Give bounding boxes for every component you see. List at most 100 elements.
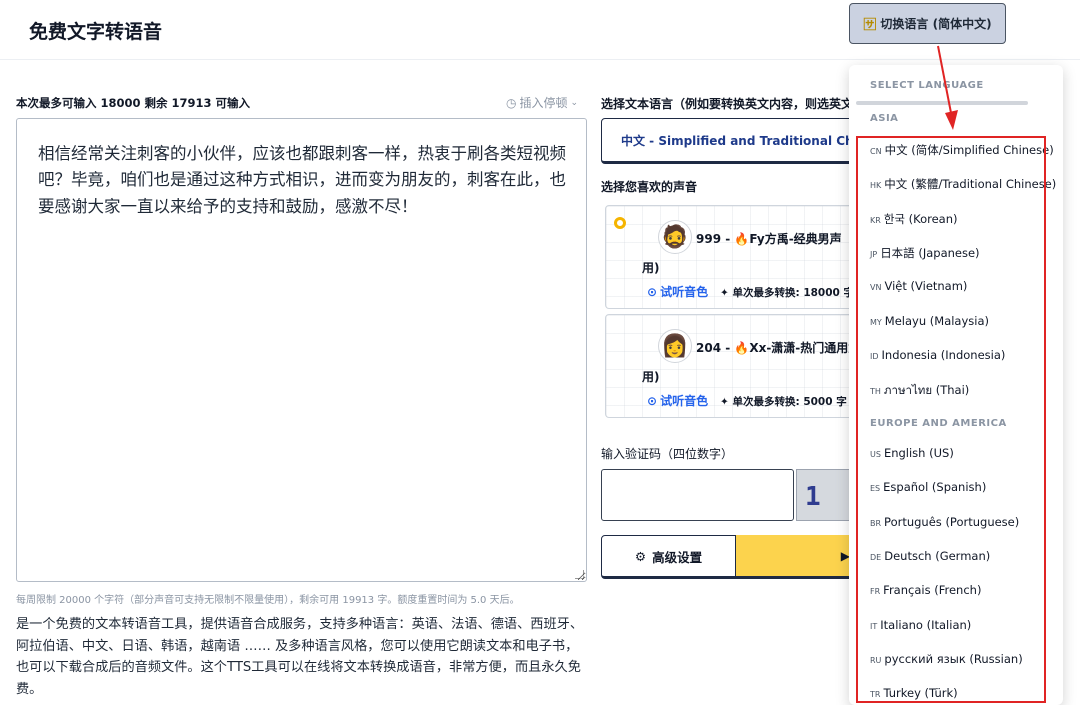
voice-name-continued: 用): [642, 370, 660, 384]
radio-selected-icon[interactable]: [614, 217, 626, 229]
language-option-label: English (US): [883, 446, 954, 460]
language-option-label: Português (Portuguese): [884, 515, 1020, 529]
listen-button[interactable]: ⊙ 试听音色: [647, 283, 708, 300]
captcha-label: 输入验证码（四位数字）: [601, 447, 734, 461]
voice-list[interactable]: 🧔 999 - 🔥Fy方禹-经典男声（通 用) ⊙ 试听音色 ✦ 单次最多转换:…: [601, 200, 861, 428]
language-select[interactable]: 中文 - Simplified and Traditional Chinese: [601, 118, 881, 164]
language-option-label: русский язык (Russian): [884, 652, 1023, 666]
flag-code: IT: [870, 622, 878, 631]
resize-handle-icon[interactable]: [575, 570, 584, 579]
weekly-limit-note: 每周限制 20000 个字符（部分声音可支持无限制不限量使用），剩余可用 199…: [16, 595, 520, 606]
flag-code: TR: [870, 690, 881, 699]
group-label: ASIA: [870, 113, 899, 124]
language-option-label: 日本語 (Japanese): [880, 246, 980, 260]
listen-label: 试听音色: [660, 394, 709, 408]
captcha-image-text: 1: [805, 482, 821, 512]
insert-pause-label: 插入停顿: [519, 96, 568, 110]
sliders-icon: ⚙: [634, 548, 647, 564]
convert-button[interactable]: ▶: [736, 535, 856, 579]
flag-code: US: [870, 450, 881, 459]
dropdown-scrollbar[interactable]: [856, 101, 1028, 105]
flag-code: ID: [870, 352, 879, 361]
tool-description: 是一个免费的文本转语音工具，提供语音合成服务，支持多种语言：英语、法语、德语、西…: [16, 617, 584, 697]
language-option[interactable]: FR Français (French): [870, 583, 981, 597]
language-option[interactable]: KR 한국 (Korean): [870, 211, 958, 227]
voice-name: 999 - 🔥Fy方禹-经典男声（通: [696, 232, 861, 246]
female-avatar-icon: 👩: [658, 329, 692, 363]
language-option-label: Français (French): [883, 583, 982, 597]
voice-name: 204 - 🔥Xx-潇潇-热门通用女: [696, 341, 861, 355]
language-option[interactable]: DE Deutsch (German): [870, 549, 990, 563]
voice-label: 选择您喜欢的声音: [601, 180, 698, 194]
voice-name-continued: 用): [642, 261, 660, 275]
flag-code: BR: [870, 519, 882, 528]
max-convert-label: ✦ 单次最多转换: 5000 字: [720, 394, 847, 409]
chevron-down-icon: ⌄: [570, 97, 579, 108]
male-avatar-icon: 🧔: [658, 220, 692, 254]
language-option-label: Español (Spanish): [883, 480, 987, 494]
flag-code: ES: [870, 484, 881, 493]
language-switch-button[interactable]: 🈂 切换语言 (简体中文): [849, 3, 1006, 44]
max-convert-text: 单次最多转换: 5000 字: [732, 396, 847, 408]
language-option-label: 中文 (繁體/Traditional Chinese): [884, 177, 1057, 191]
captcha-image[interactable]: 1: [796, 469, 856, 521]
advanced-settings-label: 高级设置: [652, 549, 703, 565]
language-option-label: Indonesia (Indonesia): [881, 348, 1006, 362]
insert-pause-button[interactable]: ◷ 插入停顿 ⌄: [506, 94, 578, 111]
advanced-settings-button[interactable]: ⚙ 高级设置: [601, 535, 736, 579]
play-circle-icon: ⊙: [647, 284, 658, 299]
language-option[interactable]: TH ภาษาไทย (Thai): [870, 382, 969, 400]
flag-code: CN: [870, 147, 882, 156]
selected-language: 中文 - Simplified and Traditional Chinese: [621, 133, 881, 148]
flag-code: TH: [870, 387, 881, 396]
language-option-label: Turkey (Türk): [883, 686, 958, 700]
flag-code: JP: [870, 250, 878, 259]
language-option[interactable]: RU русский язык (Russian): [870, 652, 1023, 666]
language-switch-label: 切换语言 (简体中文): [880, 17, 992, 31]
language-option-label: 한국 (Korean): [883, 212, 958, 226]
flag-code: MY: [870, 318, 882, 327]
language-option-label: Deutsch (German): [884, 549, 991, 563]
captcha-input[interactable]: [601, 469, 794, 521]
language-option[interactable]: BR Português (Portuguese): [870, 515, 1019, 529]
text-input-content: 相信经常关注刺客的小伙伴，应该也都跟刺客一样，热衷于刷各类短视频吧？毕竟，咱们也…: [38, 144, 566, 216]
language-option-label: ภาษาไทย (Thai): [883, 383, 970, 397]
flag-code: FR: [870, 587, 881, 596]
flag-code: RU: [870, 656, 882, 665]
language-option[interactable]: ID Indonesia (Indonesia): [870, 348, 1005, 362]
dropdown-heading: SELECT LANGUAGE: [870, 80, 984, 91]
text-input[interactable]: 相信经常关注刺客的小伙伴，应该也都跟刺客一样，热衷于刷各类短视频吧？毕竟，咱们也…: [16, 118, 587, 582]
voice-card[interactable]: 🧔 999 - 🔥Fy方禹-经典男声（通 用) ⊙ 试听音色 ✦ 单次最多转换:…: [605, 205, 861, 309]
language-option[interactable]: JP 日本語 (Japanese): [870, 245, 980, 261]
language-option[interactable]: US English (US): [870, 446, 954, 460]
flag-code: DE: [870, 553, 882, 562]
sparkle-icon: ✦: [720, 396, 729, 408]
language-option-label: 中文 (简体/Simplified Chinese): [884, 143, 1054, 157]
language-option[interactable]: VN Việt (Vietnam): [870, 279, 967, 293]
language-option-label: Việt (Vietnam): [884, 279, 968, 293]
language-option-label: Italiano (Italian): [880, 618, 972, 632]
listen-button[interactable]: ⊙ 试听音色: [647, 392, 708, 409]
flag-code: KR: [870, 216, 881, 225]
language-option[interactable]: ES Español (Spanish): [870, 480, 986, 494]
group-label: EUROPE AND AMERICA: [870, 418, 1007, 429]
language-option-label: Melayu (Malaysia): [884, 314, 990, 328]
flag-code: HK: [870, 181, 882, 190]
language-dropdown[interactable]: SELECT LANGUAGE ASIA CN 中文 (简体/Simplified…: [849, 65, 1063, 705]
voice-card[interactable]: 👩 204 - 🔥Xx-潇潇-热门通用女 用) ⊙ 试听音色 ✦ 单次最多转换:…: [605, 314, 861, 418]
play-circle-icon: ⊙: [647, 393, 658, 408]
max-convert-text: 单次最多转换: 18000 字: [732, 287, 855, 299]
translate-icon: 🈂: [863, 18, 877, 33]
language-option[interactable]: CN 中文 (简体/Simplified Chinese): [870, 142, 1054, 158]
language-option[interactable]: TR Turkey (Türk): [870, 686, 958, 700]
language-option[interactable]: IT Italiano (Italian): [870, 618, 971, 632]
input-limit-label: 本次最多可输入 18000 剩余 17913 可输入: [16, 96, 251, 110]
listen-label: 试听音色: [660, 285, 709, 299]
max-convert-label: ✦ 单次最多转换: 18000 字: [720, 285, 854, 300]
language-option[interactable]: HK 中文 (繁體/Traditional Chinese): [870, 176, 1056, 192]
flag-code: VN: [870, 283, 882, 292]
site-title: 免费文字转语音: [29, 21, 163, 43]
clock-icon: ◷: [506, 95, 517, 110]
select-language-label: 选择文本语言（例如要转换英文内容，则选英文: [601, 97, 851, 111]
language-option[interactable]: MY Melayu (Malaysia): [870, 314, 989, 328]
